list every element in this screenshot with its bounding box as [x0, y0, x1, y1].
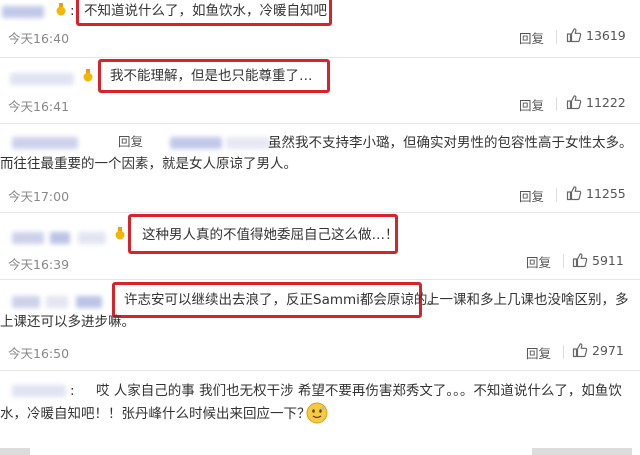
blurred-username [12, 137, 78, 149]
medal-icon [56, 3, 66, 16]
comment-text-line1: 哎 人家自己的事 我们也无权干涉 希望不要再伤害郑秀文了。。。不知道说什么了，如… [96, 383, 622, 399]
blurred-username [76, 296, 102, 308]
like-button[interactable]: 5911 [572, 252, 624, 268]
scroll-fragment [532, 448, 632, 455]
reply-prefix: 回复 [118, 134, 144, 149]
thumbs-up-icon [566, 95, 582, 110]
comment-text: 我不能理解，但是也只能尊重了… [110, 68, 313, 84]
divider [0, 279, 640, 280]
reply-button[interactable]: 回复 [526, 343, 551, 362]
separator [556, 97, 557, 111]
thumbs-up-icon [572, 253, 588, 268]
blurred-username [46, 296, 68, 308]
comment-text-line2: 上课还可以多进步嘛。 [0, 314, 135, 330]
blurred-username [78, 232, 106, 244]
divider [0, 57, 640, 58]
separator [556, 188, 557, 202]
separator [563, 345, 564, 359]
divider [0, 123, 640, 124]
blurred-username [12, 232, 44, 244]
reply-button[interactable]: 回复 [519, 186, 544, 205]
blurred-username [10, 73, 74, 85]
blurred-username [50, 232, 70, 244]
reply-button[interactable]: 回复 [519, 28, 544, 47]
medal-icon [83, 69, 93, 82]
separator [556, 30, 557, 44]
comment-colon: : [70, 3, 75, 19]
divider [0, 212, 640, 213]
thumbs-up-icon [566, 28, 582, 43]
comment-text-line2: 水，冷暖自知吧！！张丹峰什么时候出来回应一下？ [0, 406, 311, 422]
like-button[interactable]: 13619 [566, 27, 626, 43]
like-button[interactable]: 11222 [566, 94, 626, 110]
comment-time: 今天17:00 [8, 189, 70, 204]
comment-time: 今天16:39 [8, 257, 70, 272]
scroll-fragment [0, 448, 30, 455]
blurred-username [12, 385, 66, 397]
blurred-mention [226, 137, 270, 149]
like-count: 11222 [586, 94, 626, 110]
comment-text-line1: 虽然我不支持李小璐，但确实对男性的包容性高于女性太多。 [268, 135, 633, 151]
comment-text: 这种男人真的不值得她委屈自己这么做…！ [142, 227, 399, 243]
like-count: 13619 [586, 27, 626, 43]
separator [563, 254, 564, 268]
reply-button[interactable]: 回复 [519, 95, 544, 114]
blurred-mention [170, 137, 222, 149]
medal-icon [115, 227, 125, 240]
thumbs-up-icon [566, 186, 582, 201]
blurred-username [2, 6, 44, 18]
like-button[interactable]: 2971 [572, 342, 624, 358]
comment-text: 不知道说什么了，如鱼饮水，冷暖自知吧 [84, 3, 327, 19]
comment-time: 今天16:50 [8, 346, 70, 361]
like-count: 2971 [592, 342, 624, 358]
like-count: 5911 [592, 252, 624, 268]
thumbs-up-icon [572, 343, 588, 358]
comment-text-rest: 上一课和多上几课也没啥区别，多 [426, 292, 629, 308]
comment-time: 今天16:40 [8, 31, 70, 46]
comment-text-highlight: 许志安可以继续出去浪了，反正Sammi都会原谅的。 [124, 292, 441, 308]
blurred-username [12, 296, 40, 308]
like-button[interactable]: 11255 [566, 185, 626, 201]
reply-button[interactable]: 回复 [526, 252, 551, 271]
sweat-smile-icon [306, 402, 328, 424]
comment-colon: : [70, 383, 75, 399]
like-count: 11255 [586, 185, 626, 201]
comment-time: 今天16:41 [8, 99, 70, 114]
comment-text-line2: 而往往最重要的一个因素，就是女人原谅了男人。 [0, 156, 297, 172]
divider [0, 370, 640, 371]
